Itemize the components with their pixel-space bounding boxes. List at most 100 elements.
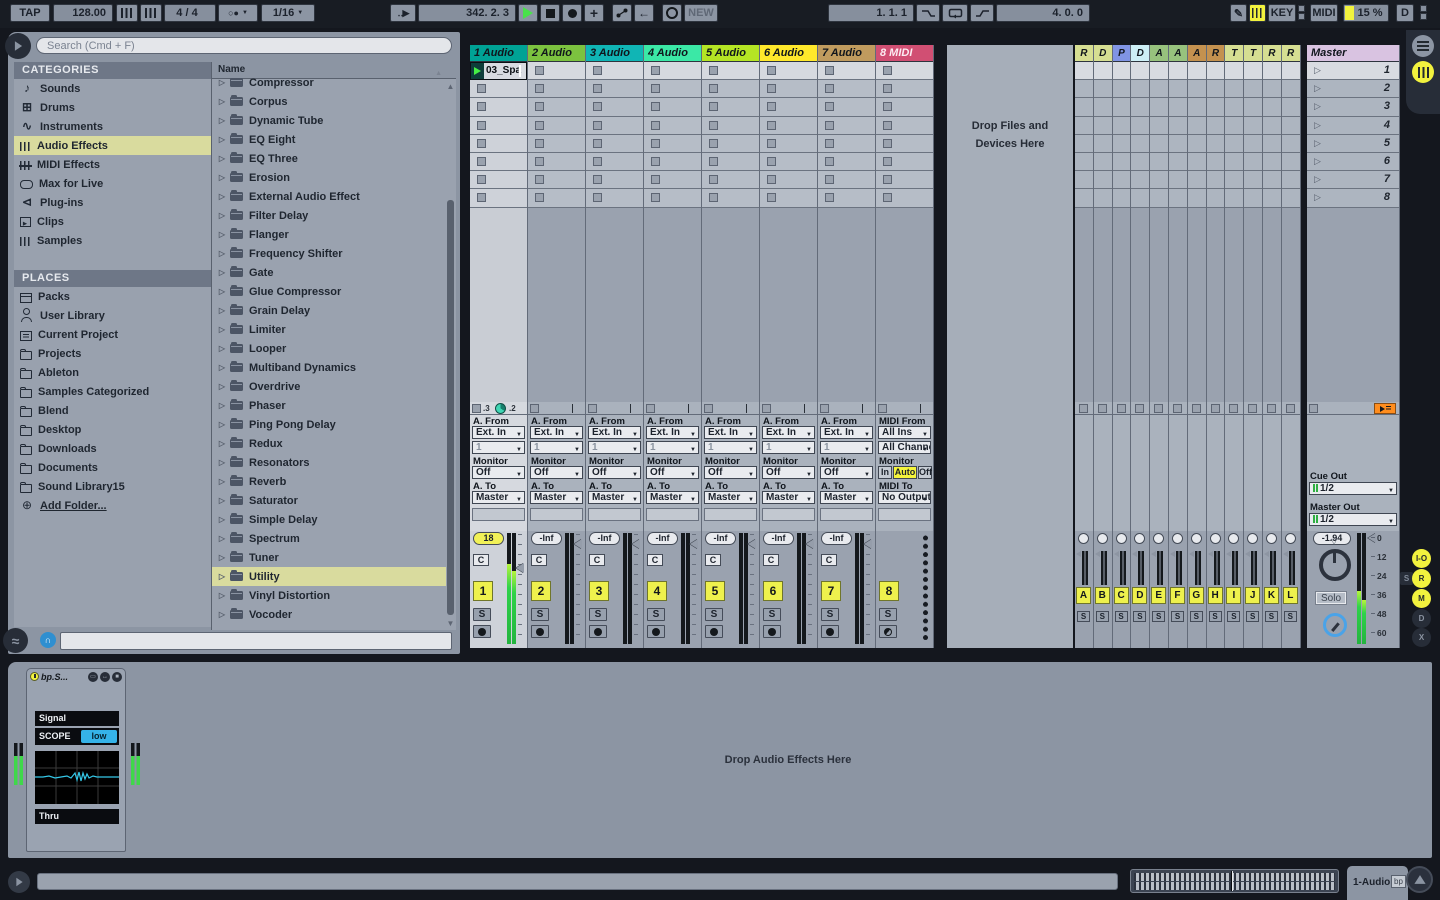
return-track-header[interactable]: R: [1075, 45, 1093, 62]
clip-slot[interactable]: [760, 117, 817, 135]
sidebar-item-projects[interactable]: Projects: [14, 344, 211, 363]
track-arm-button[interactable]: [821, 625, 839, 638]
track-pan-control[interactable]: C: [531, 554, 547, 566]
scrollbar-thumb[interactable]: [447, 200, 454, 615]
device-map-icon[interactable]: ↔: [100, 672, 110, 682]
clip-stop-button[interactable]: [535, 66, 544, 75]
sidebar-item-sound-library15[interactable]: Sound Library15: [14, 477, 211, 496]
clip-slot[interactable]: [702, 80, 759, 98]
return-clip-slot[interactable]: [1075, 62, 1093, 80]
overdub-button[interactable]: +: [584, 4, 604, 22]
clip-slot[interactable]: [760, 171, 817, 189]
nudge-down-button[interactable]: [116, 4, 138, 22]
clip-stop-button[interactable]: [593, 66, 602, 75]
device-item-dynamic-tube[interactable]: ▷Dynamic Tube: [212, 111, 446, 130]
return-clip-slot[interactable]: [1113, 153, 1131, 171]
return-clip-slot[interactable]: [1225, 171, 1243, 189]
clip-slot[interactable]: [760, 98, 817, 116]
device-save-icon[interactable]: ■: [112, 672, 122, 682]
show-crossfader-toggle[interactable]: X: [1412, 628, 1431, 647]
device-item-vinyl-distortion[interactable]: ▷Vinyl Distortion: [212, 586, 446, 605]
disclosure-triangle-icon[interactable]: ▷: [216, 572, 228, 581]
return-fader-handle[interactable]: [1132, 551, 1137, 557]
return-pan-knob[interactable]: [1172, 533, 1183, 544]
return-clip-slot[interactable]: [1263, 189, 1281, 207]
device-item-reverb[interactable]: ▷Reverb: [212, 472, 446, 491]
clip-slot[interactable]: [702, 189, 759, 207]
clip-stop-button[interactable]: [825, 66, 834, 75]
clip-stop-button[interactable]: [535, 157, 544, 166]
clip-slot[interactable]: [818, 62, 875, 80]
track-activator[interactable]: 1: [473, 581, 493, 601]
return-clip-slot[interactable]: [1207, 62, 1225, 80]
clip-slot[interactable]: [760, 62, 817, 80]
disclosure-triangle-icon[interactable]: ▷: [216, 192, 228, 201]
return-fader-handle[interactable]: [1226, 551, 1231, 557]
return-solo-button[interactable]: S: [1284, 611, 1297, 622]
show-io-toggle[interactable]: I-O: [1412, 549, 1431, 568]
clip-slot[interactable]: [528, 153, 585, 171]
clip-slot[interactable]: [876, 80, 933, 98]
track-stop-button[interactable]: [588, 404, 597, 413]
monitor-select[interactable]: Off: [530, 466, 583, 479]
return-clip-slot[interactable]: [1263, 171, 1281, 189]
return-clip-slot[interactable]: [1094, 62, 1112, 80]
track-arm-button[interactable]: [647, 625, 665, 638]
return-clip-slot[interactable]: [1263, 80, 1281, 98]
clip-slot[interactable]: [876, 153, 933, 171]
master-solo-button[interactable]: Solo: [1315, 591, 1347, 605]
track-header[interactable]: 4 Audio: [644, 45, 701, 62]
clip-stop-button[interactable]: [883, 84, 892, 93]
clip-slot[interactable]: [702, 153, 759, 171]
monitor-select[interactable]: Off: [704, 466, 757, 479]
clip-slot[interactable]: [644, 117, 701, 135]
sidebar-item-instruments[interactable]: Instruments: [14, 117, 211, 136]
return-clip-slot[interactable]: [1207, 189, 1225, 207]
sidebar-item-audio-effects[interactable]: Audio Effects: [14, 136, 211, 155]
cue-volume-knob[interactable]: [1323, 613, 1347, 637]
clip-slot[interactable]: [818, 98, 875, 116]
scene-1[interactable]: ▷1: [1307, 62, 1399, 80]
loop-start-display[interactable]: 1. 1. 1: [828, 4, 914, 22]
show-track-delay-toggle[interactable]: D: [1412, 609, 1431, 628]
track-header[interactable]: 2 Audio: [528, 45, 585, 62]
return-clip-slot[interactable]: [1094, 135, 1112, 153]
disclosure-triangle-icon[interactable]: ▷: [216, 135, 228, 144]
clip-slot[interactable]: [586, 171, 643, 189]
clip-slot[interactable]: [760, 189, 817, 207]
disk-overload-indicator[interactable]: D: [1396, 4, 1414, 22]
return-clip-slot[interactable]: [1131, 189, 1149, 207]
return-clip-slot[interactable]: [1075, 153, 1093, 171]
clip-stop-button[interactable]: [767, 139, 776, 148]
track-header[interactable]: 3 Audio: [586, 45, 643, 62]
track-activator[interactable]: 6: [763, 581, 783, 601]
selected-track-tab[interactable]: 1-Audio bp: [1347, 866, 1408, 900]
return-clip-slot[interactable]: [1188, 135, 1206, 153]
clip-slot[interactable]: [528, 98, 585, 116]
return-clip-slot[interactable]: [1207, 80, 1225, 98]
track-pan-control[interactable]: C: [589, 554, 605, 566]
clip-stop-button[interactable]: [593, 102, 602, 111]
track-stop-button[interactable]: [704, 404, 713, 413]
device-item-external-audio-effect[interactable]: ▷External Audio Effect: [212, 187, 446, 206]
clip-stop-button[interactable]: [651, 157, 660, 166]
follow-button[interactable]: ‥▶: [390, 4, 416, 22]
return-track-header[interactable]: D: [1094, 45, 1112, 62]
clip-stop-button[interactable]: [477, 102, 486, 111]
disclosure-triangle-icon[interactable]: ▷: [216, 610, 228, 619]
scene-6[interactable]: ▷6: [1307, 153, 1399, 171]
return-clip-slot[interactable]: [1188, 153, 1206, 171]
clip-stop-button[interactable]: [709, 102, 718, 111]
return-clip-slot[interactable]: [1225, 153, 1243, 171]
clip-stop-button[interactable]: [593, 139, 602, 148]
return-clip-slot[interactable]: [1244, 171, 1262, 189]
return-clip-slot[interactable]: [1188, 62, 1206, 80]
return-activator[interactable]: C: [1114, 587, 1129, 604]
track-arm-button[interactable]: [589, 625, 607, 638]
device-item-glue-compressor[interactable]: ▷Glue Compressor: [212, 282, 446, 301]
stop-button[interactable]: [540, 4, 560, 22]
audio-to-select[interactable]: Master: [820, 491, 873, 504]
return-pan-knob[interactable]: [1153, 533, 1164, 544]
track-header[interactable]: 7 Audio: [818, 45, 875, 62]
midi-to-select[interactable]: No Output: [878, 491, 931, 504]
